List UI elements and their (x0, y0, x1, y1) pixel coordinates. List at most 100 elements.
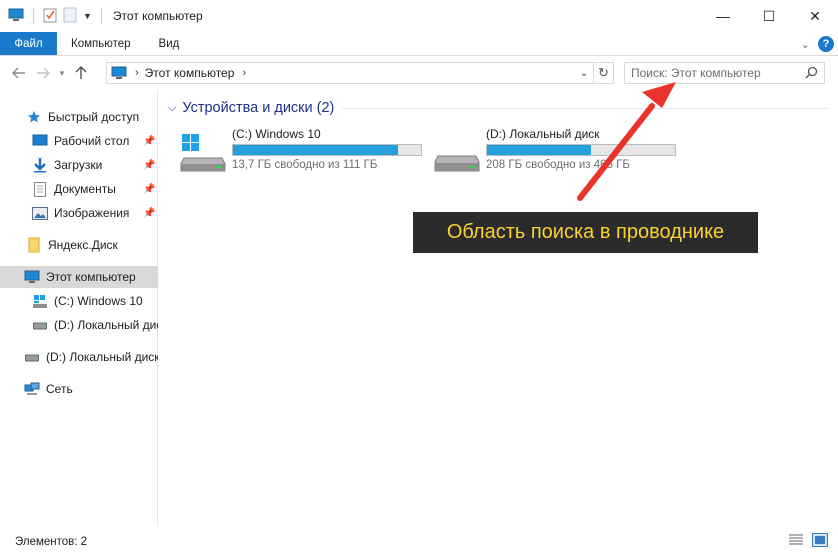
sidebar-item-label: Рабочий стол (54, 134, 130, 148)
star-icon (26, 109, 42, 125)
pictures-icon (32, 205, 48, 221)
window-controls: — ☐ ✕ (700, 0, 838, 32)
up-button[interactable] (69, 61, 93, 85)
status-bar: Элементов: 2 (0, 530, 838, 553)
windows-drive-icon (180, 134, 226, 172)
address-dropdown-button[interactable]: ⌄ (575, 63, 593, 83)
properties-icon[interactable] (43, 7, 57, 26)
window-title: Этот компьютер (112, 9, 203, 23)
arrow-up-icon (75, 66, 87, 79)
group-title: Устройства и диски (2) (182, 100, 335, 116)
minimize-button[interactable]: — (700, 0, 746, 32)
chevron-down-icon: ▼ (58, 68, 66, 78)
chevron-down-icon[interactable]: ⌵ (168, 102, 176, 115)
breadcrumb-separator-icon[interactable]: › (242, 67, 246, 79)
computer-icon[interactable] (8, 8, 24, 25)
sidebar-item-network[interactable]: Сеть (0, 378, 158, 400)
search-icon[interactable] (805, 66, 818, 82)
sidebar-item-label: Яндекс.Диск (48, 238, 118, 252)
sidebar-item-pictures[interactable]: Изображения 📌 (0, 202, 158, 224)
navigation-pane: Быстрый доступ Рабочий стол 📌 Загрузки 📌… (0, 90, 158, 526)
divider (342, 107, 828, 109)
maximize-button[interactable]: ☐ (746, 0, 792, 32)
ribbon-right-controls: ⌄ ? (801, 32, 834, 56)
refresh-icon: ↻ (598, 65, 609, 80)
details-view-icon[interactable] (788, 533, 804, 550)
navigation-bar: ▼ › Этот компьютер › ⌄ ↻ (0, 57, 838, 89)
drive-usage-bar (486, 144, 676, 156)
drive-tile-d[interactable]: (D:) Локальный диск 208 ГБ свободно из 4… (434, 126, 684, 176)
recent-locations-button[interactable]: ▼ (55, 61, 69, 85)
sidebar-item-desktop[interactable]: Рабочий стол 📌 (0, 130, 158, 152)
back-button[interactable] (7, 61, 31, 85)
drive-name: (C:) Windows 10 (232, 127, 321, 141)
title-bar: ▼ Этот компьютер — ☐ ✕ (0, 0, 838, 32)
drive-tile-c[interactable]: (C:) Windows 10 13,7 ГБ свободно из 111 … (180, 126, 430, 176)
sidebar-item-label: (C:) Windows 10 (54, 294, 143, 308)
sidebar-item-yandex-disk[interactable]: Яндекс.Диск (0, 234, 158, 256)
new-folder-icon[interactable] (63, 7, 77, 26)
sidebar-item-quick-access[interactable]: Быстрый доступ (0, 106, 158, 128)
sidebar-item-label: Загрузки (54, 158, 103, 172)
expand-ribbon-icon[interactable]: ⌄ (801, 38, 810, 51)
drive-icon (32, 317, 48, 333)
toolbar-separator (33, 8, 34, 24)
item-count: Элементов: 2 (15, 535, 88, 548)
network-icon (24, 381, 40, 397)
pin-icon: 📌 (143, 183, 156, 195)
sidebar-item-label: Сеть (46, 382, 73, 396)
tab-file[interactable]: Файл (0, 32, 57, 55)
sidebar-item-label: Этот компьютер (46, 270, 136, 284)
drive-icon (24, 349, 40, 365)
forward-button[interactable] (31, 61, 55, 85)
breadcrumb-separator-icon[interactable]: › (135, 67, 139, 79)
close-button[interactable]: ✕ (792, 0, 838, 32)
drive-usage-fill (487, 145, 591, 155)
callout-text: Область поиска в проводнике (446, 221, 725, 243)
sidebar-item-this-pc[interactable]: Этот компьютер (0, 266, 158, 288)
sidebar-item-label: Быстрый доступ (48, 110, 140, 124)
tab-view[interactable]: Вид (145, 32, 194, 55)
pin-icon: 📌 (143, 159, 156, 171)
drive-usage-bar (232, 144, 422, 156)
computer-icon (24, 269, 40, 285)
toolbar-separator (100, 8, 102, 24)
sidebar-item-drive-c[interactable]: (C:) Windows 10 (0, 290, 158, 312)
annotation-callout: Область поиска в проводнике (413, 212, 758, 253)
address-bar[interactable]: › Этот компьютер › ⌄ (106, 62, 594, 84)
windows-drive-icon (32, 293, 48, 309)
sidebar-item-label: Изображения (54, 206, 130, 220)
help-icon[interactable]: ? (818, 36, 834, 52)
sidebar-item-label: Документы (54, 182, 116, 196)
view-toggle (788, 533, 828, 550)
desktop-icon (32, 133, 48, 149)
search-box[interactable] (624, 62, 825, 84)
pin-icon: 📌 (143, 207, 156, 219)
sidebar-item-documents[interactable]: Документы 📌 (0, 178, 158, 200)
group-header-devices[interactable]: ⌵ Устройства и диски (2) (168, 98, 828, 118)
breadcrumb[interactable]: Этот компьютер (145, 66, 235, 80)
document-icon (32, 181, 48, 197)
computer-icon (111, 66, 127, 80)
pin-icon: 📌 (143, 135, 156, 147)
quick-access-toolbar: ▼ (0, 0, 105, 32)
drive-free-space: 208 ГБ свободно из 465 ГБ (486, 159, 630, 171)
folder-icon (26, 237, 42, 253)
drive-name: (D:) Локальный диск (486, 127, 600, 141)
large-icons-view-icon[interactable] (812, 533, 828, 550)
sidebar-item-label: (D:) Локальный диск (54, 318, 158, 332)
chevron-down-icon[interactable]: ▼ (83, 11, 92, 21)
drive-free-space: 13,7 ГБ свободно из 111 ГБ (232, 159, 378, 171)
arrow-left-icon (12, 67, 25, 79)
sidebar-item-drive-d[interactable]: (D:) Локальный диск (0, 314, 158, 336)
refresh-button[interactable]: ↻ (594, 62, 614, 84)
search-input[interactable] (631, 64, 801, 82)
ribbon-tabs: Файл Компьютер Вид ⌄ ? (0, 32, 838, 56)
sidebar-item-label: (D:) Локальный диск (46, 350, 158, 364)
sidebar-item-downloads[interactable]: Загрузки 📌 (0, 154, 158, 176)
sidebar-item-drive-d-root[interactable]: (D:) Локальный диск (0, 346, 158, 368)
drive-icon (434, 134, 480, 172)
arrow-right-icon (37, 67, 50, 79)
drive-usage-fill (233, 145, 398, 155)
tab-computer[interactable]: Компьютер (57, 32, 145, 55)
